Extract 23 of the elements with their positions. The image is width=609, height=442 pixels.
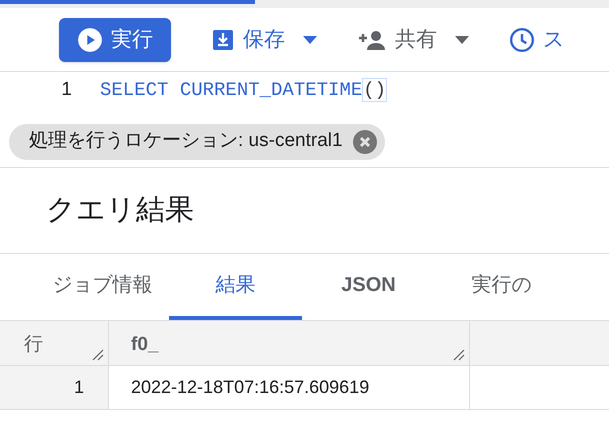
resize-handle-icon[interactable]: [92, 349, 104, 361]
caret-icon: [455, 36, 469, 44]
table-cell: 1: [0, 366, 109, 409]
toolbar-button[interactable]: ス: [509, 24, 565, 56]
column-header: f0_: [109, 321, 470, 365]
toolbar-button[interactable]: 保存: [211, 24, 317, 56]
caret-icon: [303, 36, 317, 44]
download-icon: [211, 28, 235, 52]
run-button[interactable]: 実行: [59, 18, 171, 62]
clock-icon: [509, 26, 535, 52]
chip-label: 処理を行うロケーション: us-central1: [29, 129, 343, 154]
results-tab[interactable]: JSON: [302, 254, 435, 320]
close-icon[interactable]: [352, 130, 377, 154]
results-tab[interactable]: 実行の: [435, 254, 568, 320]
table-cell: 2022-12-18T07:16:57.609619: [109, 366, 470, 409]
play-icon: [77, 26, 103, 52]
results-tab[interactable]: ジョブ情報: [36, 254, 169, 320]
line-number: 1: [60, 78, 73, 102]
toolbar-button[interactable]: 共有: [357, 24, 469, 56]
resize-handle-icon[interactable]: [453, 349, 465, 361]
column-header: 行: [0, 321, 109, 365]
results-title: クエリ結果: [46, 192, 194, 228]
code-line: SELECT CURRENT_DATETIME(): [100, 76, 388, 104]
